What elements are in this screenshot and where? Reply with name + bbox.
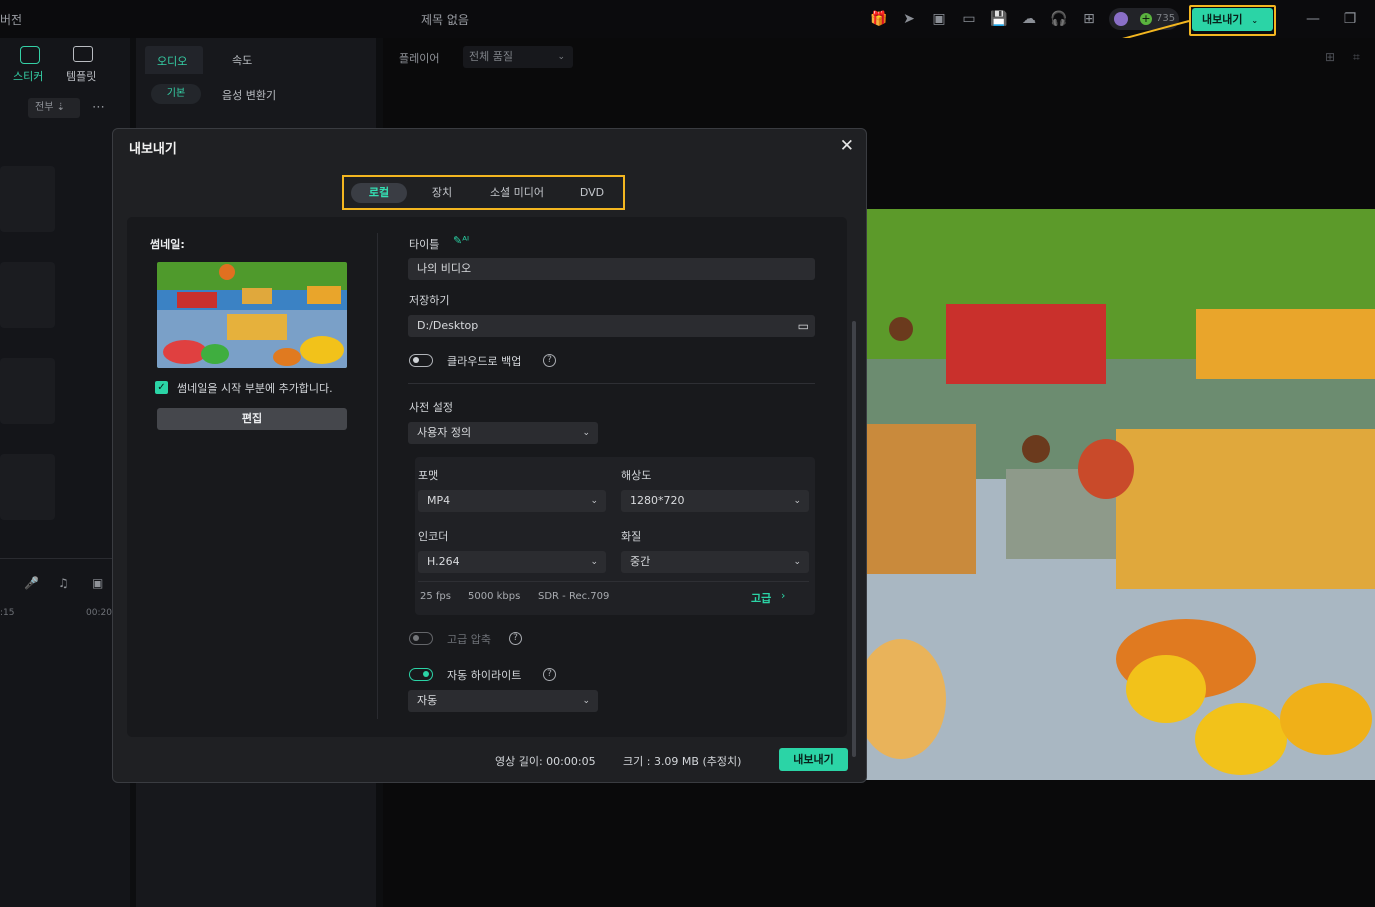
sticker-icon[interactable] bbox=[20, 46, 40, 64]
toggle-knob bbox=[413, 357, 419, 363]
preset-label: 사전 설정 bbox=[409, 401, 453, 414]
list-item[interactable] bbox=[0, 454, 55, 520]
quality-label: 화질 bbox=[621, 530, 642, 543]
cloud-backup-toggle[interactable] bbox=[409, 354, 433, 367]
duration-info: 영상 길이: 00:00:05 bbox=[495, 755, 596, 768]
template-icon[interactable] bbox=[73, 46, 93, 62]
quality-label: 전체 품질 bbox=[469, 50, 513, 63]
color-info: SDR - Rec.709 bbox=[538, 591, 610, 602]
template-label[interactable]: 템플릿 bbox=[66, 68, 96, 84]
sticker-label[interactable]: 스티커 bbox=[13, 68, 43, 84]
tab-audio[interactable]: 오디오 bbox=[145, 46, 203, 74]
tab-audio-label: 오디오 bbox=[157, 55, 188, 68]
save-path-input[interactable]: D:/Desktop ▭ bbox=[408, 315, 815, 337]
close-icon[interactable]: ✕ bbox=[840, 136, 854, 156]
format-label: 포맷 bbox=[418, 469, 439, 482]
chevron-down-icon: ⌄ bbox=[793, 557, 801, 567]
help-icon[interactable]: ? bbox=[543, 354, 556, 367]
export-button[interactable]: 내보내기 bbox=[779, 748, 848, 771]
advanced-link[interactable]: 고급 bbox=[751, 590, 771, 606]
thumbnail-label: 썸네일: bbox=[150, 238, 185, 251]
preview-scene bbox=[866, 209, 1375, 780]
format-dropdown[interactable]: MP4 ⌄ bbox=[418, 490, 606, 512]
scrollbar[interactable] bbox=[852, 321, 856, 757]
microphone-icon[interactable]: 🎤 bbox=[24, 576, 39, 590]
grid-view-icon[interactable]: ⊞ bbox=[1325, 50, 1335, 64]
audio-list-icon[interactable]: ♫ bbox=[58, 576, 69, 590]
preset-dropdown[interactable]: 사용자 정의 ⌄ bbox=[408, 422, 598, 444]
filter-label: 전부 bbox=[35, 102, 54, 113]
video-preview bbox=[866, 209, 1375, 780]
resolution-value: 1280*720 bbox=[630, 494, 685, 507]
thumbnail-image[interactable] bbox=[157, 262, 347, 368]
auto-highlight-value: 자동 bbox=[417, 694, 438, 707]
list-item[interactable] bbox=[0, 358, 55, 424]
chevron-right-icon[interactable]: › bbox=[781, 589, 785, 602]
high-compress-label: 고급 압축 bbox=[447, 633, 491, 646]
resolution-label: 해상도 bbox=[621, 469, 652, 482]
more-icon[interactable]: ⋯ bbox=[92, 100, 105, 115]
advanced-settings-box: 포맷 MP4 ⌄ 해상도 1280*720 ⌄ 인코더 H.264 ⌄ 화질 중… bbox=[415, 457, 815, 615]
divider bbox=[408, 383, 815, 384]
export-dialog: 내보내기 ✕ 로컬 장치 소셜 미디어 DVD 썸네일: ✓ 썸네일을 시작 부… bbox=[112, 128, 867, 783]
preset-value: 사용자 정의 bbox=[417, 426, 472, 439]
size-info: 크기 : 3.09 MB (추정치) bbox=[623, 755, 742, 768]
chevron-down-icon: ⌄ bbox=[582, 428, 590, 438]
encoder-value: H.264 bbox=[427, 555, 460, 568]
help-icon[interactable]: ? bbox=[509, 632, 522, 645]
bitrate-info: 5000 kbps bbox=[468, 591, 521, 602]
toggle-knob bbox=[413, 635, 419, 641]
list-item[interactable] bbox=[0, 262, 55, 328]
subtab-basic[interactable]: 기본 bbox=[151, 84, 201, 104]
toggle-knob bbox=[423, 671, 429, 677]
list-item[interactable] bbox=[0, 166, 55, 232]
subtab-voice-changer[interactable]: 음성 변환기 bbox=[222, 87, 276, 103]
screen-record-icon[interactable]: ▣ bbox=[92, 576, 103, 590]
player-label: 플레이어 bbox=[399, 52, 440, 65]
folder-icon[interactable]: ▭ bbox=[798, 315, 809, 337]
high-compress-toggle[interactable] bbox=[409, 632, 433, 645]
chevron-down-icon: ⌄ bbox=[793, 496, 801, 506]
save-path-value: D:/Desktop bbox=[417, 319, 479, 332]
edit-thumbnail-button[interactable]: 편집 bbox=[157, 408, 347, 430]
cloud-backup-label: 클라우드로 백업 bbox=[447, 355, 522, 368]
fps-info: 25 fps bbox=[420, 591, 451, 602]
divider bbox=[0, 558, 130, 559]
title-input[interactable]: 나의 비디오 bbox=[408, 258, 815, 280]
quality-dropdown[interactable]: 전체 품질 ⌄ bbox=[463, 46, 573, 68]
resolution-dropdown[interactable]: 1280*720 ⌄ bbox=[621, 490, 809, 512]
chart-icon[interactable]: ⌗ bbox=[1353, 50, 1360, 65]
divider bbox=[418, 581, 809, 582]
chevron-down-icon: ⌄ bbox=[582, 696, 590, 706]
chevron-down-icon: ⌄ bbox=[590, 496, 598, 506]
help-icon[interactable]: ? bbox=[543, 668, 556, 681]
timeline-time: 00:20 bbox=[86, 608, 112, 618]
encoder-label: 인코더 bbox=[418, 530, 449, 543]
chevron-down-icon: ⌄ bbox=[590, 557, 598, 567]
save-label: 저장하기 bbox=[409, 294, 450, 307]
auto-highlight-toggle[interactable] bbox=[409, 668, 433, 681]
highlight-box-tabs bbox=[342, 175, 625, 210]
tab-speed[interactable]: 속도 bbox=[232, 52, 252, 68]
encoder-dropdown[interactable]: H.264 ⌄ bbox=[418, 551, 606, 573]
title-label: 타이틀 bbox=[409, 238, 440, 251]
thumbnail-checkbox[interactable]: ✓ bbox=[155, 381, 168, 394]
settings-panel: 썸네일: ✓ 썸네일을 시작 부분에 추가합니다. 편집 타이틀 ✎ᴬᴵ 나의 … bbox=[127, 217, 856, 757]
ai-rename-icon[interactable]: ✎ᴬᴵ bbox=[453, 234, 469, 247]
thumbnail-scene bbox=[157, 262, 347, 368]
auto-highlight-dropdown[interactable]: 자동 ⌄ bbox=[408, 690, 598, 712]
dialog-title: 내보내기 bbox=[129, 142, 177, 157]
format-value: MP4 bbox=[427, 494, 451, 507]
chevron-down-icon: ⌄ bbox=[557, 52, 565, 62]
auto-highlight-label: 자동 하이라이트 bbox=[447, 669, 522, 682]
left-panel: 스티커 템플릿 전부 ⇣ ⋯ 🎤 ♫ ▣ :15 00:20 bbox=[0, 38, 130, 907]
filter-dropdown[interactable]: 전부 ⇣ bbox=[28, 98, 80, 118]
thumbnail-checkbox-label: 썸네일을 시작 부분에 추가합니다. bbox=[177, 382, 333, 395]
quality-value: 중간 bbox=[630, 555, 651, 568]
divider bbox=[377, 233, 378, 719]
quality-dropdown[interactable]: 중간 ⌄ bbox=[621, 551, 809, 573]
timeline-time: :15 bbox=[0, 608, 15, 618]
